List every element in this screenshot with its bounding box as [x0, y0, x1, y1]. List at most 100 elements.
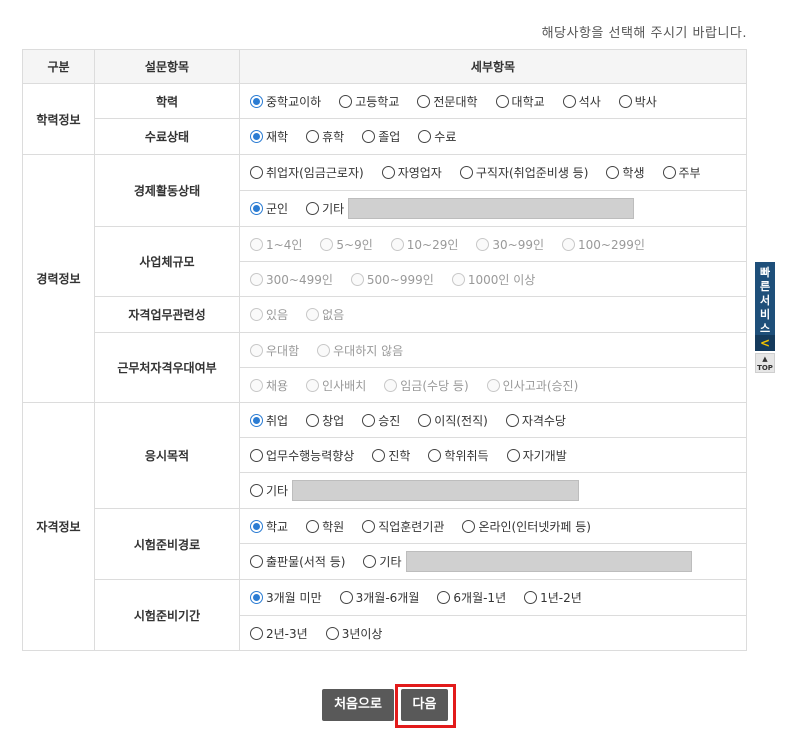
radio-option[interactable]: 석사: [562, 93, 601, 110]
next-button[interactable]: 다음: [401, 689, 448, 721]
radio-label: 휴학: [322, 130, 345, 144]
radio-option: 채용: [250, 377, 288, 394]
radio-icon[interactable]: [250, 413, 263, 427]
radio-option[interactable]: 기타: [306, 200, 344, 217]
radio-icon[interactable]: [505, 413, 519, 427]
radio-option[interactable]: 업무수행능력향상: [250, 447, 354, 464]
radio-option[interactable]: 구직자(취업준비생 등): [459, 164, 589, 181]
radio-icon[interactable]: [306, 202, 320, 215]
radio-option: 인사고과(승진): [486, 377, 578, 394]
radio-icon[interactable]: [306, 519, 320, 533]
radio-option[interactable]: 전문대학: [417, 93, 478, 110]
next-button-highlight: 다음: [395, 684, 456, 728]
options-enrollment: 재학 휴학 졸업 수료: [239, 118, 747, 155]
radio-icon[interactable]: [306, 413, 320, 427]
radio-icon[interactable]: [618, 94, 632, 108]
radio-option[interactable]: 중학교이하: [250, 93, 321, 110]
radio-icon[interactable]: [459, 166, 473, 179]
radio-icon[interactable]: [250, 202, 263, 215]
radio-icon[interactable]: [428, 448, 442, 462]
radio-option[interactable]: 1년-2년: [524, 589, 582, 606]
radio-option[interactable]: 대학교: [495, 93, 545, 110]
radio-icon[interactable]: [250, 626, 263, 640]
radio-option[interactable]: 박사: [618, 93, 657, 110]
radio-option[interactable]: 3개월 미만: [250, 589, 322, 606]
radio-icon[interactable]: [418, 130, 432, 143]
radio-icon[interactable]: [250, 130, 263, 143]
radio-icon[interactable]: [437, 591, 451, 604]
radio-option[interactable]: 직업훈련기관: [362, 518, 444, 535]
radio-icon[interactable]: [606, 166, 620, 179]
radio-option[interactable]: 출판물(서적 등): [250, 553, 345, 570]
radio-option[interactable]: 자영업자: [381, 164, 442, 181]
radio-option[interactable]: 재학: [250, 128, 288, 145]
radio-option[interactable]: 자기개발: [506, 447, 567, 464]
radio-icon[interactable]: [325, 626, 339, 640]
radio-icon[interactable]: [250, 448, 263, 462]
radio-icon[interactable]: [495, 94, 509, 108]
radio-icon[interactable]: [418, 413, 432, 427]
quick-service-button[interactable]: 빠 른 서 비 스: [755, 262, 775, 335]
radio-option: 30~99인: [476, 236, 544, 253]
radio-icon[interactable]: [362, 519, 376, 533]
radio-option[interactable]: 온라인(인터넷카페 등): [462, 518, 591, 535]
first-button[interactable]: 처음으로: [322, 689, 394, 721]
radio-icon[interactable]: [250, 519, 263, 533]
radio-icon[interactable]: [250, 484, 263, 497]
scroll-top-button[interactable]: ▲ TOP: [755, 353, 775, 373]
radio-option[interactable]: 진학: [372, 447, 410, 464]
radio-label: 있음: [266, 308, 289, 322]
radio-option: 100~299인: [562, 236, 645, 253]
radio-icon[interactable]: [250, 166, 263, 179]
radio-label: 1000인 이상: [467, 272, 536, 287]
other-text-input[interactable]: [348, 198, 635, 219]
radio-label: 중학교이하: [266, 94, 322, 109]
radio-icon[interactable]: [339, 591, 353, 604]
radio-option[interactable]: 휴학: [306, 128, 344, 145]
radio-option[interactable]: 자격수당: [505, 412, 566, 429]
radio-icon[interactable]: [662, 166, 676, 179]
radio-label: 10~29인: [406, 237, 459, 252]
radio-icon[interactable]: [306, 130, 320, 143]
radio-option[interactable]: 고등학교: [339, 93, 399, 110]
radio-icon[interactable]: [250, 94, 263, 108]
radio-icon[interactable]: [250, 591, 263, 604]
radio-option[interactable]: 기타: [250, 482, 288, 499]
radio-icon[interactable]: [417, 94, 431, 108]
radio-option[interactable]: 3년이상: [325, 625, 382, 642]
radio-option[interactable]: 이직(전직): [418, 412, 488, 429]
radio-option[interactable]: 6개월-1년: [437, 589, 506, 606]
radio-option[interactable]: 군인: [250, 200, 288, 217]
other-text-input[interactable]: [405, 551, 692, 572]
radio-option[interactable]: 기타: [363, 553, 402, 570]
radio-icon[interactable]: [363, 555, 377, 568]
chevron-left-icon[interactable]: <: [755, 335, 775, 351]
radio-option[interactable]: 취업자(임금근로자): [250, 164, 364, 181]
radio-icon[interactable]: [506, 448, 520, 462]
radio-option[interactable]: 학교: [250, 518, 288, 535]
radio-icon[interactable]: [381, 166, 395, 179]
radio-icon[interactable]: [339, 94, 353, 108]
radio-option[interactable]: 수료: [418, 128, 456, 145]
radio-option[interactable]: 3개월-6개월: [339, 589, 419, 606]
radio-label: 학생: [622, 166, 645, 180]
radio-option[interactable]: 학위취득: [428, 447, 489, 464]
radio-option[interactable]: 학생: [606, 164, 645, 181]
radio-label: 구직자(취업준비생 등): [475, 166, 589, 180]
radio-icon[interactable]: [524, 591, 538, 604]
radio-icon[interactable]: [250, 555, 263, 568]
radio-option[interactable]: 졸업: [362, 128, 400, 145]
radio-option[interactable]: 창업: [306, 412, 344, 429]
radio-icon[interactable]: [362, 413, 376, 427]
other-text-input[interactable]: [292, 480, 580, 501]
radio-icon[interactable]: [362, 130, 376, 143]
radio-option[interactable]: 2년-3년: [250, 625, 308, 642]
radio-option[interactable]: 취업: [250, 412, 288, 429]
radio-icon[interactable]: [462, 519, 476, 533]
radio-option: 인사배치: [306, 377, 366, 394]
radio-option[interactable]: 승진: [362, 412, 400, 429]
radio-icon[interactable]: [372, 448, 386, 462]
radio-option[interactable]: 주부: [662, 164, 701, 181]
radio-icon[interactable]: [562, 94, 576, 108]
radio-option[interactable]: 학원: [306, 518, 344, 535]
